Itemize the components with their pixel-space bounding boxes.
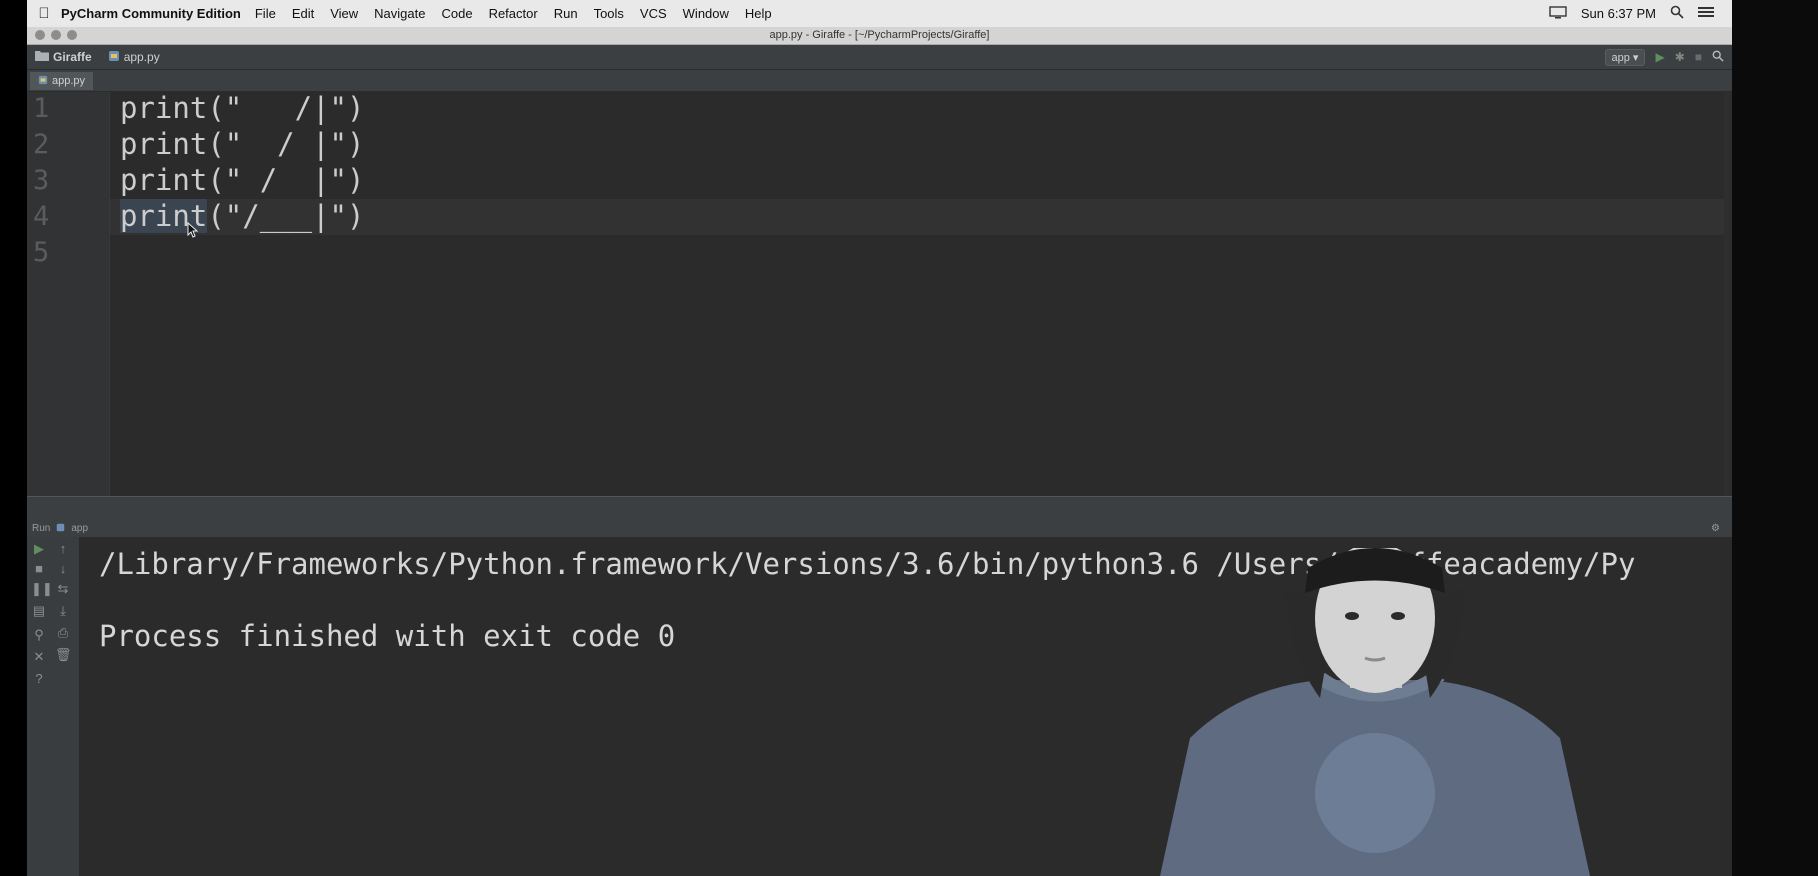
code-line[interactable]: print(" / |"): [120, 126, 364, 162]
letterbox-border: [1732, 0, 1818, 876]
line-number: 3: [33, 165, 50, 196]
debug-icon[interactable]: ✱: [1675, 50, 1685, 64]
line-number: 1: [33, 93, 50, 124]
menu-navigate[interactable]: Navigate: [374, 6, 425, 21]
scroll-down-icon[interactable]: ↓: [55, 561, 71, 576]
scroll-up-icon[interactable]: ↑: [55, 541, 71, 556]
python-file-icon: [108, 50, 120, 65]
editor-tab-strip: app.py: [27, 70, 1732, 92]
python-file-icon: [38, 75, 48, 88]
menu-view[interactable]: View: [330, 6, 358, 21]
menu-help[interactable]: Help: [745, 6, 772, 21]
chevron-down-icon: ▾: [1632, 51, 1639, 64]
folder-icon: [35, 50, 49, 64]
menu-tools[interactable]: Tools: [594, 6, 624, 21]
apple-icon[interactable]: : [27, 5, 61, 22]
menu-refactor[interactable]: Refactor: [489, 6, 538, 21]
breadcrumb-project[interactable]: Giraffe: [53, 50, 92, 64]
app-menu[interactable]: PyCharm Community Edition: [61, 6, 241, 21]
tab-app-py[interactable]: app.py: [30, 72, 94, 90]
gear-icon[interactable]: ⚙: [1711, 523, 1720, 534]
stop-icon[interactable]: ■: [31, 561, 47, 576]
clock[interactable]: Sun 6:37 PM: [1581, 6, 1656, 21]
run-toolwindow-header: Run app ⚙: [27, 520, 1732, 537]
breadcrumb: Giraffe app.py: [35, 50, 160, 65]
line-number-gutter: 1 2 3 4 5: [27, 92, 110, 496]
mouse-pointer-icon: [187, 221, 199, 243]
menu-file[interactable]: File: [255, 6, 276, 21]
pin-icon[interactable]: ⚲: [31, 627, 47, 643]
window-titlebar: app.py - Giraffe - [~/PycharmProjects/Gi…: [27, 27, 1732, 45]
scrollbar-marker[interactable]: [1724, 92, 1732, 496]
code-editor[interactable]: 1 2 3 4 5 print(" /|") print(" / |") pri…: [27, 90, 1732, 496]
tab-label: app.py: [52, 75, 86, 87]
presenter-webcam-overlay: [1160, 548, 1590, 876]
keyword-print: print: [120, 127, 208, 161]
line-number: 4: [33, 201, 50, 232]
print-icon[interactable]: ⎙: [55, 625, 71, 641]
help-icon[interactable]: ?: [31, 671, 47, 686]
menu-edit[interactable]: Edit: [292, 6, 314, 21]
menu-vcs[interactable]: VCS: [640, 6, 667, 21]
screen:  PyCharm Community Edition File Edit Vi…: [0, 0, 1818, 876]
spotlight-search-icon[interactable]: [1670, 5, 1684, 22]
run-tab-label[interactable]: Run: [32, 523, 50, 534]
run-config-label: app: [1611, 51, 1630, 64]
run-icon[interactable]: ▶: [1655, 50, 1664, 64]
rerun-icon[interactable]: ▶: [31, 541, 47, 557]
run-toolbar: ▶ ↑ ■ ↓ ❚❚ ⇆ ▤ ⤓ ⚲ ⎙ ✕ 🗑 ?: [27, 537, 80, 876]
search-everywhere-icon[interactable]: [1712, 50, 1724, 65]
macos-menubar:  PyCharm Community Edition File Edit Vi…: [27, 0, 1732, 28]
code-args: (" / |"): [207, 163, 365, 197]
keyword-print: print: [120, 163, 208, 197]
keyword-print: print: [120, 91, 208, 125]
navigation-bar: Giraffe app.py app ▾ ▶ ✱ ■: [27, 45, 1732, 70]
soft-wrap-icon[interactable]: ⇆: [55, 581, 71, 597]
menu-run[interactable]: Run: [554, 6, 578, 21]
line-number: 2: [33, 129, 50, 160]
notification-center-icon[interactable]: [1698, 6, 1714, 21]
scroll-to-end-icon[interactable]: ⤓: [55, 603, 71, 619]
window-title: app.py - Giraffe - [~/PycharmProjects/Gi…: [769, 29, 990, 41]
menu-code[interactable]: Code: [441, 6, 472, 21]
console-line: Process finished with exit code 0: [99, 619, 676, 653]
code-line[interactable]: print(" / |"): [120, 162, 364, 198]
restore-layout-icon[interactable]: ▤: [31, 603, 47, 619]
clear-all-icon[interactable]: 🗑: [55, 647, 72, 663]
panel-splitter[interactable]: [27, 496, 1732, 521]
menu-window[interactable]: Window: [683, 6, 729, 21]
display-icon[interactable]: [1549, 5, 1567, 22]
close-icon[interactable]: ✕: [31, 649, 47, 665]
breadcrumb-file[interactable]: app.py: [124, 50, 160, 64]
code-args: (" / |"): [207, 127, 365, 161]
run-config-selector[interactable]: app ▾: [1604, 48, 1646, 66]
pause-icon[interactable]: ❚❚: [31, 581, 53, 597]
python-file-icon: [56, 523, 65, 535]
run-config-name[interactable]: app: [71, 523, 88, 534]
code-args: ("/___|"): [207, 199, 365, 233]
code-line[interactable]: print("/___|"): [120, 198, 364, 234]
line-number: 5: [33, 237, 50, 268]
code-line[interactable]: print(" /|"): [120, 90, 364, 126]
stop-icon[interactable]: ■: [1695, 50, 1702, 64]
code-args: (" /|"): [207, 91, 365, 125]
